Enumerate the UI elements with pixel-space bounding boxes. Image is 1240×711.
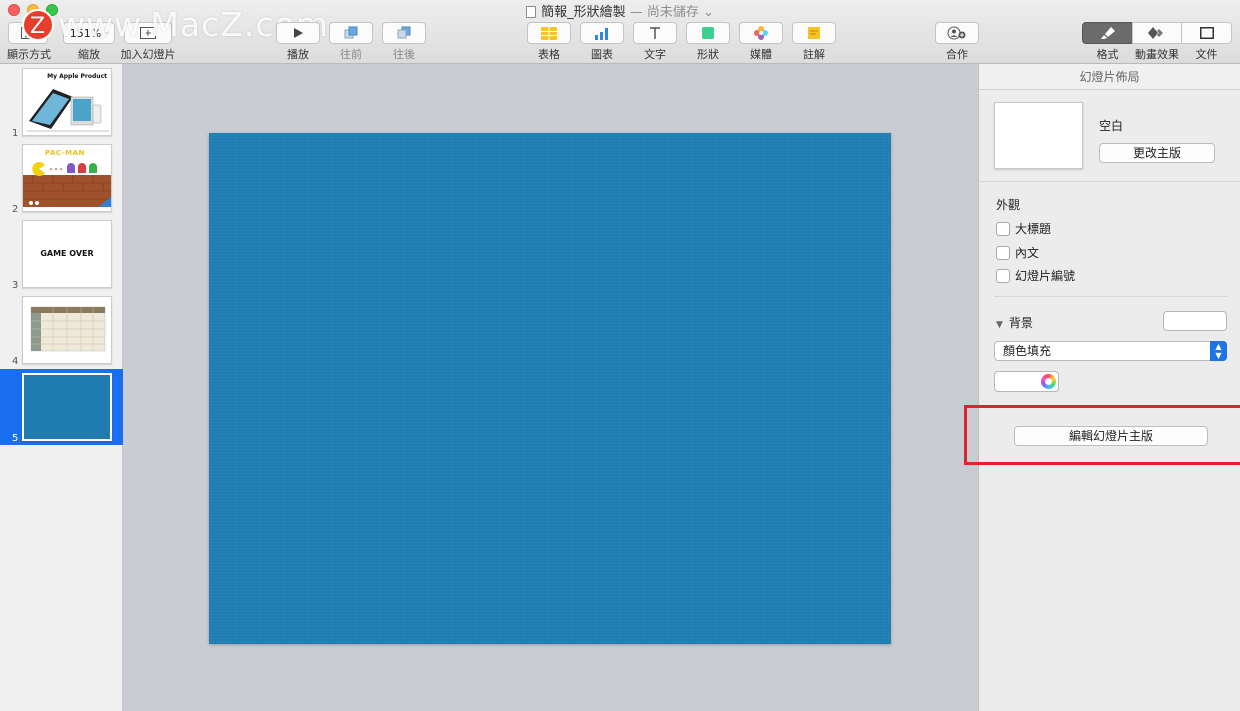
text-icon <box>648 26 662 40</box>
edit-master-button[interactable]: 編輯幻燈片主版 <box>1014 426 1208 446</box>
bring-forward-label: 往前 <box>340 48 362 61</box>
fill-type-value: 顏色填充 <box>1003 344 1052 358</box>
document-label: 文件 <box>1195 48 1218 61</box>
shape-icon <box>701 26 715 40</box>
bar-chart-icon <box>594 27 610 40</box>
play-button[interactable] <box>276 22 320 44</box>
table-icon <box>541 26 557 40</box>
chart-button[interactable] <box>580 22 624 44</box>
slide-thumbnail-4[interactable]: 4 <box>0 292 123 368</box>
color-wheel-icon[interactable] <box>1041 374 1056 389</box>
play-label: 播放 <box>287 48 309 61</box>
fill-type-select[interactable]: 顏色填充 ▲ ▼ <box>994 341 1227 361</box>
format-label: 格式 <box>1096 48 1119 61</box>
slide-number: 3 <box>12 280 19 291</box>
change-master-button[interactable]: 更改主版 <box>1099 143 1215 163</box>
slide-number-checkbox-row[interactable]: 幻燈片編號 <box>996 267 1075 284</box>
slide-preview: PAC-MAN <box>22 144 112 212</box>
slide-number: 2 <box>12 204 19 215</box>
slide-title: My Apple Product <box>47 73 107 80</box>
title-checkbox[interactable] <box>996 221 1010 236</box>
slide-title: GAME OVER <box>40 249 94 258</box>
body-checkbox[interactable] <box>996 245 1010 260</box>
media-button[interactable] <box>739 22 783 44</box>
document-icon <box>526 6 537 18</box>
slide-navigator: My Apple Product 1 PAC-MAN 2 GAME OVER 3… <box>0 64 123 711</box>
comment-button[interactable] <box>792 22 836 44</box>
table-image <box>30 306 106 352</box>
collaborate-button[interactable] <box>935 22 979 44</box>
slide-canvas <box>124 64 978 711</box>
shape-button[interactable] <box>686 22 730 44</box>
save-status: — 尚未儲存 ⌄ <box>629 5 714 20</box>
photos-icon <box>753 25 769 41</box>
master-name: 空白 <box>1099 119 1124 133</box>
slide-number: 4 <box>12 356 19 367</box>
animate-label: 動畫效果 <box>1135 48 1179 61</box>
background-color-well[interactable] <box>994 371 1059 392</box>
background-section[interactable]: ▼ 背景 <box>996 314 1033 331</box>
close-window-button[interactable] <box>8 4 20 16</box>
toolbar: 簡報_形狀繪製 — 尚未儲存 ⌄ 顯示方式 151% ▾ 縮放 加入幻燈片 Zw… <box>0 0 1240 64</box>
background-color-field[interactable] <box>1163 311 1227 331</box>
bring-forward-icon <box>344 26 358 40</box>
disclosure-triangle-icon: ▼ <box>996 320 1003 330</box>
send-backward-button[interactable] <box>382 22 426 44</box>
slide-preview <box>22 373 112 441</box>
current-slide[interactable] <box>209 133 891 644</box>
view-label: 顯示方式 <box>7 48 51 61</box>
media-label: 媒體 <box>750 48 772 61</box>
slide-number: 1 <box>12 128 19 139</box>
comment-label: 註解 <box>803 48 825 61</box>
play-icon <box>292 27 304 39</box>
zoom-label: 縮放 <box>78 48 100 61</box>
table-label: 表格 <box>538 48 560 61</box>
chart-label: 圖表 <box>591 48 613 61</box>
slide-thumbnail-2[interactable]: PAC-MAN 2 <box>0 140 123 216</box>
document-title: 簡報_形狀繪製 <box>541 5 626 20</box>
slide-preview <box>22 296 112 364</box>
document-tab[interactable] <box>1181 22 1232 44</box>
bring-forward-button[interactable] <box>329 22 373 44</box>
format-tab[interactable] <box>1082 22 1133 44</box>
master-preview[interactable] <box>994 102 1083 169</box>
format-inspector: 幻燈片佈局 空白 更改主版 外觀 大標題 內文 幻燈片編號 ▼ 背景 顏色填充 ▲… <box>978 64 1240 711</box>
inspector-header: 幻燈片佈局 <box>979 64 1240 90</box>
text-button[interactable] <box>633 22 677 44</box>
slide-number-checkbox-label: 幻燈片編號 <box>1015 269 1076 283</box>
slide-preview: My Apple Product <box>22 68 112 136</box>
collaborate-icon <box>947 26 967 40</box>
slide-thumbnail-3[interactable]: GAME OVER 3 <box>0 216 123 292</box>
shape-label: 形狀 <box>697 48 719 61</box>
send-backward-label: 往後 <box>393 48 415 61</box>
title-checkbox-label: 大標題 <box>1015 222 1052 236</box>
add-slide-label: 加入幻燈片 <box>120 48 176 61</box>
text-label: 文字 <box>644 48 666 61</box>
slide-preview: GAME OVER <box>22 220 112 288</box>
slide-thumbnail-5[interactable]: 5 <box>0 369 123 445</box>
background-title: 背景 <box>1008 316 1033 330</box>
slide-number: 5 <box>12 433 19 444</box>
divider <box>994 296 1227 297</box>
body-checkbox-row[interactable]: 內文 <box>996 244 1039 261</box>
document-panel-icon <box>1199 27 1214 39</box>
slide-title: PAC-MAN <box>45 149 85 157</box>
table-button[interactable] <box>527 22 571 44</box>
diamond-icon <box>1148 27 1166 39</box>
paintbrush-icon <box>1100 26 1116 40</box>
comment-icon <box>807 26 821 40</box>
animate-tab[interactable] <box>1132 22 1182 44</box>
slide-number-checkbox[interactable] <box>996 268 1010 283</box>
divider <box>979 181 1240 182</box>
slide-thumbnail-1[interactable]: My Apple Product 1 <box>0 64 123 140</box>
collaborate-label: 合作 <box>946 48 968 61</box>
body-checkbox-label: 內文 <box>1015 246 1040 260</box>
stepper-arrows-icon: ▲ ▼ <box>1210 341 1227 361</box>
title-checkbox-row[interactable]: 大標題 <box>996 220 1051 237</box>
appearance-title: 外觀 <box>996 198 1021 212</box>
send-backward-icon <box>397 26 411 40</box>
